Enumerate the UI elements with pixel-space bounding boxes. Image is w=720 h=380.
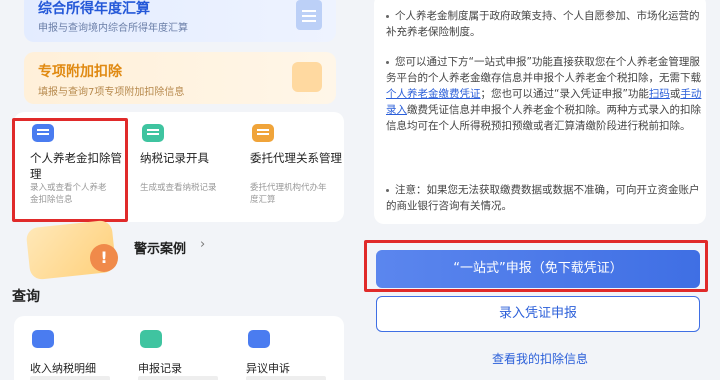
method-text-c: 或 (669, 88, 681, 100)
annual-settlement-subtitle: 申报与查询境内综合所得年度汇算 (38, 23, 188, 34)
income-detail-item[interactable]: 收入纳税明细 (14, 316, 118, 380)
bullet-dot (386, 60, 389, 64)
agency-item[interactable]: 委托代理关系管理 委托代理机构代办年度汇算 (234, 112, 342, 222)
plus-icon (292, 62, 322, 92)
annual-settlement-title: 综合所得年度汇算 (38, 1, 150, 17)
appeal-title: 异议申诉 (246, 362, 290, 375)
tax-record-title: 纳税记录开具 (140, 151, 209, 165)
screen: 综合所得年度汇算 申报与查询境内综合所得年度汇算 专项附加扣除 填报与查询7项专… (0, 0, 720, 380)
agency-subtitle: 委托代理机构代办年度汇算 (250, 183, 327, 205)
appeal-subtitle (246, 376, 326, 380)
notice-text: 注意：如果您无法获取缴费数据或数据不准确，可向开立资金账户的商业银行咨询有关情况… (386, 184, 700, 212)
income-detail-icon (32, 330, 54, 348)
warning-cases-label: 警示案例 (134, 242, 187, 257)
bullet-dot (386, 188, 389, 192)
annual-settlement-card[interactable]: 综合所得年度汇算 申报与查询境内综合所得年度汇算 (24, 0, 336, 42)
special-deduction-card[interactable]: 专项附加扣除 填报与查询7项专项附加扣除信息 (24, 52, 336, 104)
agency-title: 委托代理关系管理 (250, 151, 342, 165)
notice-paragraph: 注意：如果您无法获取缴费数据或数据不准确，可向开立资金账户的商业银行咨询有关情况… (386, 182, 704, 214)
agency-icon (252, 124, 274, 142)
view-deduction-link[interactable]: 查看我的扣除信息 (360, 350, 720, 367)
scan-link[interactable]: 扫码 (649, 88, 670, 100)
query-section-title: 查询 (12, 289, 40, 305)
declare-record-item[interactable]: 申报记录 (122, 316, 226, 380)
tax-record-icon (142, 124, 164, 142)
tax-record-subtitle: 生成或查看纳税记录 (140, 183, 217, 193)
voucher-declare-button[interactable]: 录入凭证申报 (376, 296, 700, 332)
warning-cases-row[interactable]: ! 警示案例 › (14, 219, 344, 281)
chevron-right-icon: › (200, 237, 206, 252)
appeal-item[interactable]: 异议申诉 (230, 316, 334, 380)
declare-record-title: 申报记录 (138, 362, 182, 375)
special-deduction-title: 专项附加扣除 (38, 64, 122, 80)
method-paragraph: 您可以通过下方“一站式申报”功能直接获取您在个人养老金管理服务平台的个人养老金缴… (386, 54, 704, 134)
income-detail-title: 收入纳税明细 (30, 362, 96, 375)
declare-record-subtitle (138, 376, 218, 380)
query-grid: 收入纳税明细 申报记录 异议申诉 (14, 316, 344, 380)
income-detail-subtitle (30, 376, 110, 380)
warning-icon: ! (90, 244, 118, 272)
declare-record-icon (140, 330, 162, 348)
info-card: 个人养老金制度属于政府政策支持、个人自愿参加、市场化运营的补充养老保险制度。 您… (374, 0, 706, 224)
tax-record-item[interactable]: 纳税记录开具 生成或查看纳税记录 (124, 112, 232, 222)
left-panel: 综合所得年度汇算 申报与查询境内综合所得年度汇算 专项附加扣除 填报与查询7项专… (0, 0, 360, 380)
right-panel: 个人养老金制度属于政府政策支持、个人自愿参加、市场化运营的补充养老保险制度。 您… (360, 0, 720, 380)
payment-voucher-link[interactable]: 个人养老金缴费凭证 (386, 88, 481, 100)
intro-text: 个人养老金制度属于政府政策支持、个人自愿参加、市场化运营的补充养老保险制度。 (386, 10, 700, 38)
method-text-a: 您可以通过下方“一站式申报”功能直接获取您在个人养老金管理服务平台的个人养老金缴… (386, 56, 701, 84)
method-text-d: 缴费凭证信息并申报个人养老金个税扣除。两种方式录入的扣除信息均可在个人所得税预扣… (386, 104, 701, 132)
bullet-dot (386, 14, 389, 18)
method-text-b: ；您也可以通过“录入凭证申报”功能 (480, 88, 649, 100)
document-icon (296, 0, 322, 30)
intro-paragraph: 个人养老金制度属于政府政策支持、个人自愿参加、市场化运营的补充养老保险制度。 (386, 8, 704, 40)
highlight-box (12, 118, 128, 222)
appeal-icon (248, 330, 270, 348)
special-deduction-subtitle: 填报与查询7项专项附加扣除信息 (38, 87, 185, 98)
highlight-box (364, 240, 708, 292)
